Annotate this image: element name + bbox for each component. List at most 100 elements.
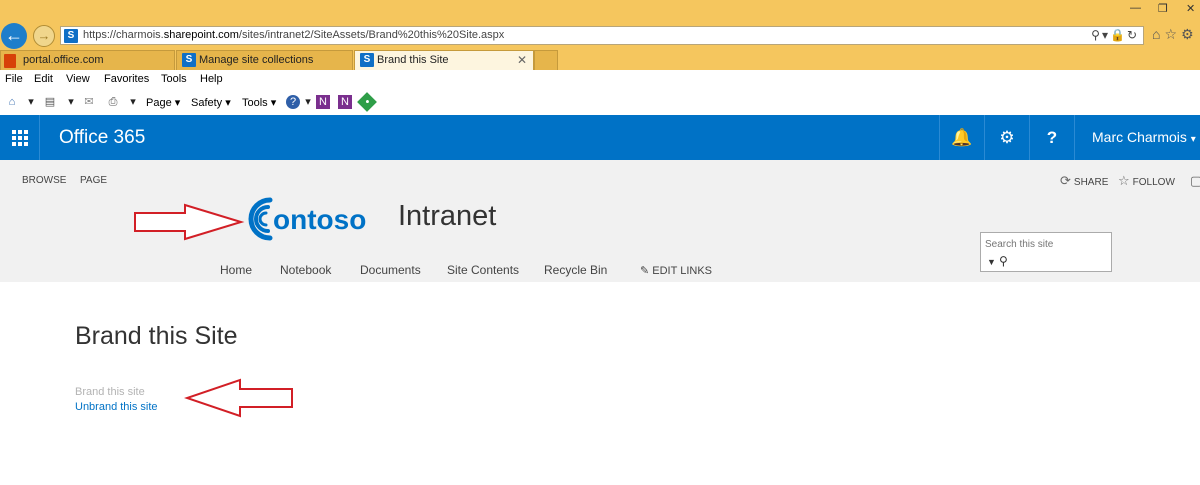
chevron-down-icon: ▾ xyxy=(1190,134,1196,145)
user-name: Marc Charmois xyxy=(1092,129,1187,145)
tab-label: portal.office.com xyxy=(23,54,104,66)
page-menu[interactable]: Page ▾ xyxy=(146,96,180,109)
close-window-icon[interactable]: ✕ xyxy=(1186,2,1195,15)
ribbon-tab-browse[interactable]: BROWSE xyxy=(22,175,66,186)
safety-menu-label: Safety xyxy=(191,97,223,109)
edit-links-button[interactable]: ✎ EDIT LINKS xyxy=(640,264,712,277)
follow-button[interactable]: ☆ FOLLOW xyxy=(1118,173,1175,189)
dropdown-icon[interactable]: ▾ xyxy=(24,95,38,109)
site-title[interactable]: Intranet xyxy=(398,200,496,233)
page-menu-label: Page xyxy=(146,97,172,109)
address-bar-actions[interactable]: ⚲▾🔒↻ xyxy=(1091,28,1139,42)
menu-tools[interactable]: Tools xyxy=(161,73,187,85)
nav-recycle-bin[interactable]: Recycle Bin xyxy=(544,263,607,277)
pencil-icon: ✎ xyxy=(640,265,650,277)
suite-bar: Office 365 🔔 ⚙ ? Marc Charmois ▾ xyxy=(0,115,1200,160)
share-icon: ⟳ xyxy=(1060,173,1071,188)
focus-content-icon[interactable]: ▢ xyxy=(1190,173,1200,189)
safety-menu[interactable]: Safety ▾ xyxy=(191,96,231,109)
onenote-linked-icon[interactable]: N xyxy=(338,95,352,109)
share-button[interactable]: ⟳ SHARE xyxy=(1060,173,1108,189)
mail-icon[interactable]: ✉ xyxy=(82,95,96,109)
menu-favorites[interactable]: Favorites xyxy=(104,73,149,85)
tools-menu[interactable]: Tools ▾ xyxy=(242,96,276,109)
address-bar[interactable]: S https://charmois.sharepoint.com/sites/… xyxy=(60,26,1144,45)
nav-home[interactable]: Home xyxy=(220,263,252,277)
site-logo[interactable]: ontoso xyxy=(244,194,378,244)
url-text[interactable]: https://charmois.sharepoint.com/sites/in… xyxy=(83,29,504,41)
user-menu[interactable]: Marc Charmois ▾ xyxy=(1074,115,1200,160)
top-navigation: Home Notebook Documents Site Contents Re… xyxy=(0,263,1200,281)
annotation-arrow-right-icon xyxy=(134,203,245,241)
url-path: /sites/intranet2/SiteAssets/Brand%20this… xyxy=(238,29,505,41)
tab-manage-site-collections[interactable]: S Manage site collections xyxy=(176,50,353,70)
help-icon[interactable]: ? xyxy=(286,95,300,109)
favorites-star-icon[interactable]: ☆ xyxy=(1164,26,1181,42)
nav-documents[interactable]: Documents xyxy=(360,263,421,277)
help-button[interactable]: ? xyxy=(1029,115,1074,160)
share-label: SHARE xyxy=(1073,177,1109,188)
search-icon[interactable]: ⚲ xyxy=(1091,28,1102,42)
menu-bar: File Edit View Favorites Tools Help xyxy=(0,70,1200,90)
tab-portal[interactable]: portal.office.com xyxy=(0,50,175,70)
home-icon[interactable]: ⌂ xyxy=(5,95,19,109)
menu-view[interactable]: View xyxy=(66,73,90,85)
home-icon[interactable]: ⌂ xyxy=(1152,26,1164,42)
question-icon: ? xyxy=(1046,127,1058,147)
tab-brand-this-site[interactable]: S Brand this Site ✕ xyxy=(354,50,534,70)
evernote-icon[interactable]: • xyxy=(357,92,377,112)
brand-this-site-link: Brand this site xyxy=(75,386,145,398)
dropdown-icon[interactable]: ▾ xyxy=(301,95,315,109)
star-icon: ☆ xyxy=(1118,173,1130,188)
tools-menu-label: Tools xyxy=(242,97,268,109)
browser-toolbar-icons: ⌂☆⚙ xyxy=(1152,26,1198,43)
bell-icon: 🔔 xyxy=(951,127,973,147)
annotation-arrow-left-icon xyxy=(184,378,293,418)
menu-edit[interactable]: Edit xyxy=(34,73,53,85)
svg-text:ontoso: ontoso xyxy=(273,204,366,235)
gear-icon: ⚙ xyxy=(999,127,1015,147)
settings-gear-icon[interactable]: ⚙ xyxy=(1181,26,1198,42)
lock-icon[interactable]: 🔒 xyxy=(1110,28,1127,42)
menu-help[interactable]: Help xyxy=(200,73,223,85)
edit-links-label: EDIT LINKS xyxy=(652,265,712,277)
unbrand-this-site-link[interactable]: Unbrand this site xyxy=(75,401,158,413)
sharepoint-favicon-icon: S xyxy=(64,29,78,43)
command-bar: ⌂ ▾ ▤ ▾ ✉ ⎙ ▾ Page ▾ Safety ▾ Tools ▾ ? … xyxy=(0,90,1200,115)
menu-file[interactable]: File xyxy=(5,73,23,85)
ribbon-tab-page[interactable]: PAGE xyxy=(80,175,107,186)
sharepoint-icon: S xyxy=(182,53,196,67)
page-title: Brand this Site xyxy=(75,322,238,350)
tab-strip: portal.office.com S Manage site collecti… xyxy=(0,50,1200,70)
url-prefix: https://charmois. xyxy=(83,29,164,41)
app-launcher-icon xyxy=(11,129,28,146)
print-icon[interactable]: ⎙ xyxy=(106,95,120,109)
refresh-icon[interactable]: ↻ xyxy=(1127,28,1139,42)
browser-chrome: — ❐ ✕ ← → S https://charmois.sharepoint.… xyxy=(0,0,1200,115)
forward-button[interactable]: → xyxy=(33,25,55,47)
search-input[interactable] xyxy=(985,237,1105,251)
tab-label: Brand this Site xyxy=(377,54,449,66)
office-icon xyxy=(4,54,16,68)
new-tab-button[interactable] xyxy=(534,50,558,70)
contoso-logo-icon: ontoso xyxy=(248,197,366,241)
close-tab-icon[interactable]: ✕ xyxy=(517,51,527,70)
tab-label: Manage site collections xyxy=(199,54,314,66)
office365-title[interactable]: Office 365 xyxy=(59,127,145,149)
dropdown-icon[interactable]: ▾ xyxy=(126,95,140,109)
follow-label: FOLLOW xyxy=(1132,177,1175,188)
nav-site-contents[interactable]: Site Contents xyxy=(447,263,519,277)
notifications-button[interactable]: 🔔 xyxy=(939,115,984,160)
restore-icon[interactable]: ❐ xyxy=(1158,2,1168,15)
url-host: sharepoint.com xyxy=(163,29,239,41)
onenote-icon[interactable]: N xyxy=(316,95,330,109)
sharepoint-icon: S xyxy=(360,53,374,67)
dropdown-icon[interactable]: ▾ xyxy=(1102,28,1110,42)
feeds-icon[interactable]: ▤ xyxy=(43,95,57,109)
app-launcher-button[interactable] xyxy=(0,115,40,160)
settings-button[interactable]: ⚙ xyxy=(984,115,1029,160)
nav-notebook[interactable]: Notebook xyxy=(280,263,331,277)
minimize-icon[interactable]: — xyxy=(1130,2,1141,14)
back-button[interactable]: ← xyxy=(1,23,27,49)
dropdown-icon[interactable]: ▾ xyxy=(64,95,78,109)
